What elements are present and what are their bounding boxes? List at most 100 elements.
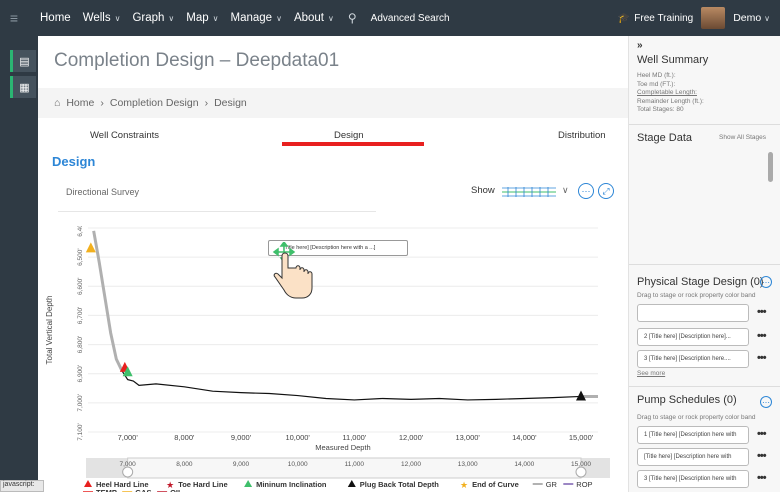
free-training-link[interactable]: 🎓 Free Training — [618, 13, 693, 24]
more-icon[interactable]: ⋯ — [760, 276, 772, 288]
more-icon[interactable]: ••• — [757, 428, 767, 440]
range-handle — [122, 466, 134, 478]
pump-card[interactable]: 3 [Title here] [Description here with — [637, 470, 749, 488]
range-tick-label: 12,000 — [401, 461, 421, 468]
x-tick-label: 14,000' — [512, 433, 537, 442]
legend-label: GAS — [135, 488, 151, 492]
breadcrumb-sep: › — [100, 97, 104, 109]
more-icon[interactable]: ⋯ — [760, 396, 772, 408]
pump-card[interactable]: 1 [Title here] [Description here with — [637, 426, 749, 444]
show-all-stages-link[interactable]: Show All Stages — [719, 134, 766, 141]
tab-design[interactable]: Design — [334, 130, 364, 141]
more-icon[interactable]: ••• — [757, 306, 767, 318]
nav-home[interactable]: Home — [40, 12, 71, 24]
divider — [58, 211, 376, 212]
nav-manage[interactable]: Manage ∨ — [231, 12, 282, 24]
chart-icon[interactable]: ▤ — [10, 50, 36, 72]
user-menu[interactable]: Demo ∨ — [733, 12, 770, 24]
x-tick-label: 13,000' — [455, 433, 480, 442]
free-training-label: Free Training — [634, 12, 694, 24]
card-label: 3 [Title here] [Description here with — [644, 476, 737, 482]
search-icon[interactable]: ⚲ — [348, 11, 357, 25]
y-tick-label: 6,800' — [77, 336, 84, 354]
legend-marker — [347, 480, 356, 487]
physical-card[interactable] — [637, 304, 749, 322]
summary-line: Heel MD (ft.): — [637, 72, 676, 79]
expand-icon[interactable]: ⤢ — [598, 183, 614, 199]
more-icon[interactable]: ••• — [757, 472, 767, 484]
well-summary-list: Heel MD (ft.): Toe md (FT.): Completable… — [637, 72, 704, 115]
survey-label: Directional Survey — [66, 187, 140, 197]
legend-toggle-icon[interactable] — [500, 186, 558, 198]
active-tab-indicator — [282, 142, 424, 146]
graduation-cap-icon: 🎓 — [617, 12, 631, 24]
menu-icon[interactable]: ≡ — [0, 0, 28, 36]
nav-map-label: Map — [186, 12, 209, 24]
right-panel: » Well Summary Heel MD (ft.): Toe md (FT… — [628, 36, 780, 492]
nav-wells-label: Wells — [82, 12, 111, 24]
nav-wells[interactable]: Wells ∨ — [83, 12, 121, 24]
divider — [629, 264, 780, 265]
avatar[interactable] — [701, 7, 726, 29]
card-label: [Title here] [Description here with — [644, 454, 732, 460]
directional-survey-chart[interactable]: 6,400' 6,500' 6,600' 6,700' 6,800' 6,900' 7,00… — [38, 226, 628, 492]
breadcrumb-design: Design — [214, 97, 247, 109]
breadcrumb: ⌂ Home › Completion Design › Design — [38, 88, 628, 118]
nav-graph[interactable]: Graph ∨ — [132, 12, 174, 24]
physical-hint: Drag to stage or rock property color ban… — [637, 292, 756, 299]
summary-line: Toe md (FT.): — [637, 80, 676, 88]
well-path-line — [121, 370, 598, 401]
legend-marker — [244, 480, 253, 487]
grid-icon[interactable]: ▦ — [10, 76, 36, 98]
nav-about[interactable]: About ∨ — [294, 12, 334, 24]
range-handle — [575, 466, 587, 478]
card-label: 1 [Title here] [Description here with — [644, 432, 737, 438]
range-tick-label: 14,000 — [514, 461, 534, 468]
y-axis-label: Total Vertical Depth — [45, 296, 54, 365]
legend-label: OIL — [170, 488, 183, 492]
divider — [629, 124, 780, 125]
tab-distribution[interactable]: Distribution — [558, 130, 606, 141]
pump-card[interactable]: [Title here] [Description here with — [637, 448, 749, 466]
x-tick-label: 12,000' — [399, 433, 424, 442]
nav-map[interactable]: Map ∨ — [186, 12, 218, 24]
left-rail: ▤ ▦ — [0, 36, 38, 492]
top-nav: ≡ Home Wells ∨ Graph ∨ Map ∨ Manage ∨ About ∨… — [0, 0, 780, 36]
see-more-link[interactable]: See more — [637, 370, 665, 379]
scrollbar[interactable] — [768, 152, 773, 182]
home-icon: ⌂ — [54, 97, 61, 109]
y-tick-label: 6,900' — [77, 365, 84, 383]
summary-line: Total Stages: 80 — [637, 106, 684, 113]
legend-marker: ★ — [460, 480, 468, 490]
physical-card[interactable]: 3 [Title here] [Description here.... — [637, 350, 749, 368]
breadcrumb-completion[interactable]: Completion Design — [110, 97, 199, 109]
x-tick-label: 10,000' — [285, 433, 310, 442]
nav-manage-label: Manage — [230, 12, 273, 24]
advanced-search-link[interactable]: Advanced Search — [371, 13, 450, 24]
more-icon[interactable]: ••• — [757, 330, 767, 342]
pump-schedules-title: Pump Schedules (0) — [637, 394, 737, 406]
legend-marker — [84, 480, 92, 487]
nav-home-label: Home — [40, 12, 71, 24]
nav-graph-label: Graph — [132, 12, 165, 24]
collapse-panel-icon[interactable]: » — [637, 40, 643, 51]
breadcrumb-sep: › — [204, 97, 209, 109]
tab-bar: Well Constraints Design Distribution — [38, 126, 628, 146]
y-tick-label: 7,000' — [77, 394, 84, 412]
section-heading: Design — [52, 154, 96, 169]
tab-well-constraints[interactable]: Well Constraints — [90, 130, 159, 141]
main-content: Completion Design – Deepdata01 ⌂ Home › … — [38, 36, 628, 492]
more-icon[interactable]: ••• — [757, 352, 767, 364]
nav-about-label: About — [293, 12, 324, 24]
x-tick-label: 9,000' — [231, 433, 252, 442]
legend-label: Toe Hard Line — [178, 480, 227, 489]
divider — [629, 386, 780, 387]
breadcrumb-home[interactable]: Home — [66, 97, 94, 109]
physical-card[interactable]: 2 [Title here] [Description here]... — [637, 328, 749, 346]
more-options-icon[interactable]: ⋯ — [578, 183, 594, 199]
x-tick-label: 11,000' — [342, 433, 366, 442]
chevron-down-icon[interactable]: ∨ — [562, 185, 569, 196]
y-tick-label: 6,600' — [77, 278, 84, 296]
chevron-down-icon: ∨ — [114, 13, 121, 23]
more-icon[interactable]: ••• — [757, 450, 767, 462]
